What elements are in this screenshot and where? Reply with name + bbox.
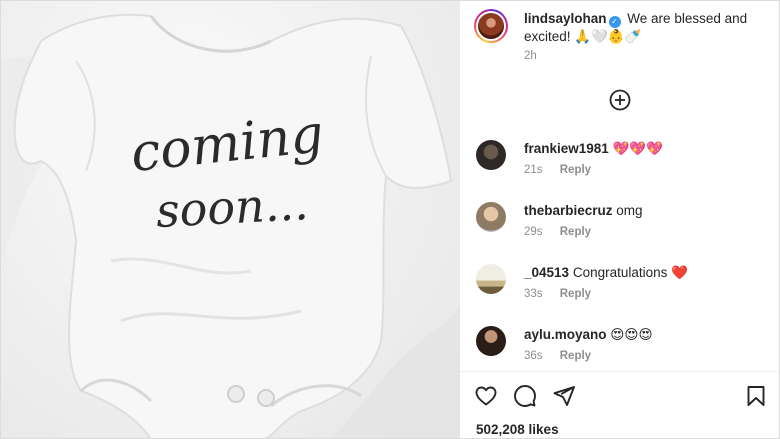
- comment-text: Congratulations ❤️: [572, 265, 688, 280]
- comment-item: frankiew1981 💖💖💖 21s Reply: [474, 138, 774, 200]
- comment-item: thebarbiecruz omg 29s Reply: [474, 200, 774, 262]
- comment-username[interactable]: aylu.moyano: [524, 327, 607, 342]
- comment-list: frankiew1981 💖💖💖 21s Reply thebarbiecruz…: [474, 138, 774, 386]
- bookmark-icon[interactable]: [744, 384, 768, 408]
- comment-bubble-icon[interactable]: [513, 384, 537, 408]
- reply-button[interactable]: Reply: [560, 164, 591, 176]
- divider: [460, 371, 779, 372]
- reply-button[interactable]: Reply: [560, 288, 591, 300]
- comment-username[interactable]: _04513: [524, 265, 569, 280]
- paper-plane-icon[interactable]: [552, 384, 576, 408]
- comment-username[interactable]: frankiew1981: [524, 141, 609, 156]
- post-modal: coming soon... lindsaylohan ✓ We are bles…: [0, 0, 780, 439]
- photo-text-line2: soon...: [155, 176, 310, 238]
- plus-circle-icon[interactable]: [609, 89, 631, 111]
- comment-item: _04513 Congratulations ❤️ 33s Reply: [474, 262, 774, 324]
- comment-username[interactable]: thebarbiecruz: [524, 203, 613, 218]
- comment-item: aylu.moyano 😍😍😍 36s Reply: [474, 324, 774, 386]
- reply-button[interactable]: Reply: [560, 226, 591, 238]
- comment-text: 💖💖💖: [612, 141, 664, 156]
- post-photo[interactable]: coming soon...: [1, 1, 460, 438]
- onesie-image: coming soon...: [1, 13, 460, 438]
- reply-button[interactable]: Reply: [560, 350, 591, 362]
- verified-badge-icon: ✓: [608, 16, 621, 28]
- comment-time: 36s: [524, 350, 543, 362]
- comment-time: 29s: [524, 226, 543, 238]
- comment-time: 21s: [524, 164, 543, 176]
- heart-icon[interactable]: [474, 384, 498, 408]
- avatar[interactable]: [476, 140, 506, 170]
- avatar[interactable]: [476, 326, 506, 356]
- comment-text: 😍😍😍: [610, 327, 653, 342]
- avatar[interactable]: [476, 264, 506, 294]
- avatar[interactable]: [476, 202, 506, 232]
- likes-count[interactable]: 502,208 likes: [476, 422, 559, 437]
- owner-caption-block: lindsaylohan ✓ We are blessed and excited…: [524, 10, 764, 45]
- owner-username[interactable]: lindsaylohan: [524, 11, 607, 26]
- owner-avatar[interactable]: [474, 9, 508, 43]
- post-details-panel: lindsaylohan ✓ We are blessed and excited…: [460, 1, 779, 438]
- post-timestamp[interactable]: 2h: [524, 50, 537, 62]
- comment-time: 33s: [524, 288, 543, 300]
- action-bar: [474, 384, 774, 410]
- comment-text: omg: [616, 203, 643, 218]
